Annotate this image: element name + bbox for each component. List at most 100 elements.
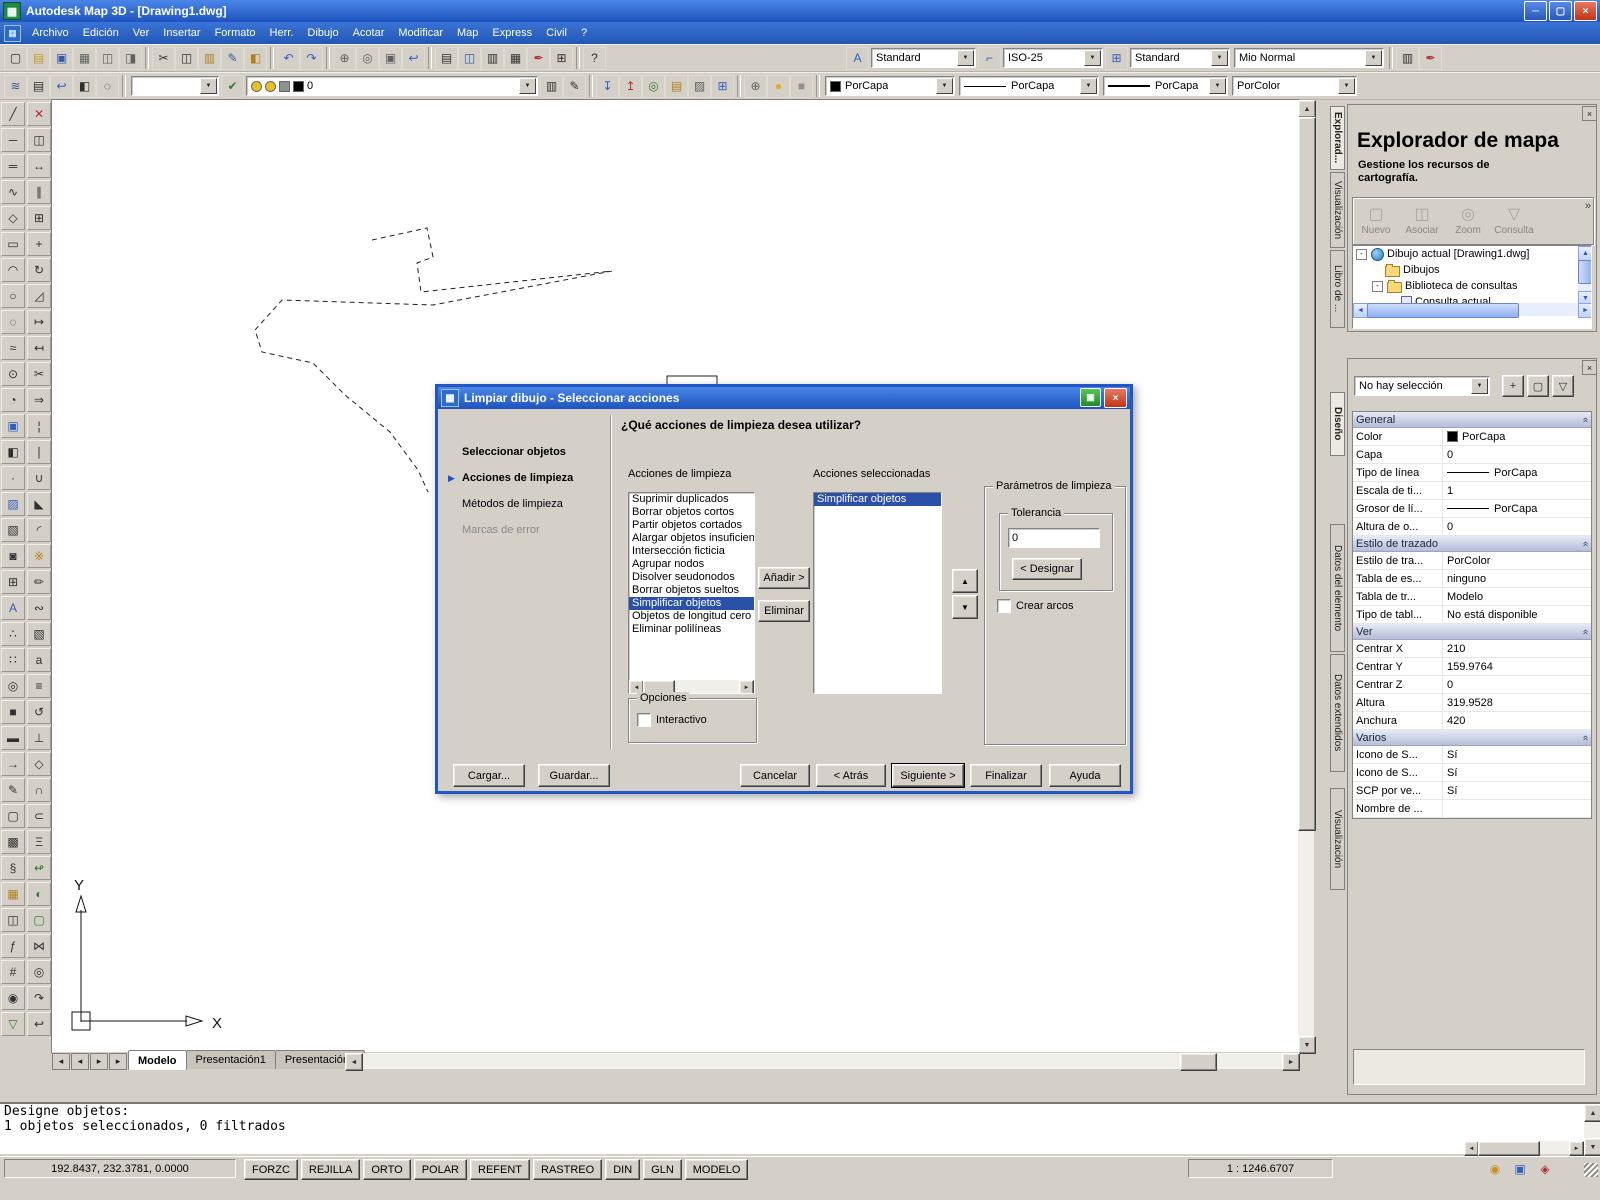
extend-icon[interactable]: ⇒ — [27, 388, 51, 412]
map-join-icon[interactable]: ⋈ — [27, 934, 51, 958]
layout-tab-modelo[interactable]: Modelo — [128, 1050, 187, 1070]
redo-alt-icon[interactable]: ↷ — [27, 986, 51, 1010]
toggle-modelo[interactable]: MODELO — [684, 1159, 749, 1180]
map-buffer-icon[interactable]: ◐ — [27, 882, 51, 906]
layer-color-swatch[interactable] — [293, 80, 304, 92]
plot-icon[interactable]: ▦ — [73, 46, 96, 70]
make-block-icon[interactable]: ◧ — [1, 440, 25, 464]
revcloud-icon[interactable]: ◌ — [1, 310, 25, 334]
select-objects-icon[interactable]: ▢ — [1527, 375, 1549, 397]
communication-center-icon[interactable]: ◉ — [1486, 1160, 1504, 1177]
map-clean-icon[interactable]: ↫ — [27, 856, 51, 880]
property-row[interactable]: Centrar X 210 — [1353, 640, 1591, 658]
dialog-titlebar[interactable]: ▦ Limpiar dibujo - Seleccionar acciones … — [438, 387, 1130, 409]
break-icon[interactable]: ¦ — [27, 414, 51, 438]
command-vertical-scrollbar[interactable]: ▲ ▼ — [1584, 1104, 1600, 1156]
mirror-icon[interactable]: ↔ — [27, 154, 51, 178]
property-row[interactable]: Grosor de lí... PorCapa — [1353, 500, 1591, 518]
chevron-down-icon[interactable]: ▼ — [936, 78, 953, 94]
helix-icon[interactable]: § — [1, 856, 25, 880]
stretch-icon[interactable]: ↦ — [27, 310, 51, 334]
menu-formato[interactable]: Formato — [208, 24, 263, 42]
draworder-icon[interactable]: Ξ — [27, 830, 51, 854]
next-button[interactable]: Siguiente > — [891, 763, 965, 788]
side-tab-libro-de[interactable]: Libro de ... — [1330, 250, 1345, 328]
insert-block-icon[interactable]: ▣ — [1, 414, 25, 438]
quickcalc-icon[interactable]: ⊞ — [550, 46, 573, 70]
resize-grip-icon[interactable] — [1584, 1163, 1598, 1177]
pedit-icon[interactable]: ✏ — [27, 570, 51, 594]
ole-object-icon[interactable]: ◫ — [1, 908, 25, 932]
freeze-icon[interactable] — [265, 80, 276, 92]
scroll-left-icon[interactable]: ◄ — [1464, 1141, 1479, 1156]
chevron-down-icon[interactable]: ▼ — [200, 78, 217, 94]
minimize-icon[interactable]: ─ — [1524, 1, 1547, 21]
rectangle-icon[interactable]: ▭ — [1, 232, 25, 256]
chevron-down-icon[interactable]: ▼ — [519, 78, 536, 94]
map-query-icon[interactable]: ▽ — [1, 1012, 25, 1036]
scroll-down-icon[interactable]: ▼ — [1298, 1036, 1316, 1054]
layer-isolate-icon[interactable]: ◧ — [73, 74, 96, 98]
crear-arcos-checkbox[interactable] — [997, 599, 1011, 613]
map-import-icon[interactable]: ↧ — [596, 74, 619, 98]
osnap-icon[interactable]: ◇ — [27, 752, 51, 776]
layer-properties-icon[interactable]: ≋ — [4, 74, 27, 98]
chevron-down-icon[interactable]: ▼ — [1471, 378, 1488, 394]
measure-icon[interactable]: ∷ — [1, 648, 25, 672]
cleanup-actions-list[interactable]: Suprimir duplicados Borrar objetos cortos… — [628, 492, 755, 694]
trim-icon[interactable]: ✂ — [27, 362, 51, 386]
scroll-right-icon[interactable]: ► — [1569, 1141, 1584, 1156]
zoom-button[interactable]: ◎ Zoom — [1447, 200, 1489, 240]
paste-icon[interactable]: ▥ — [198, 46, 221, 70]
mline-icon[interactable]: ═ — [1, 154, 25, 178]
list-item[interactable]: Alargar objetos insuficiente — [629, 532, 754, 545]
attach-image-icon[interactable]: ▦ — [1, 882, 25, 906]
align-icon[interactable]: ≡ — [27, 674, 51, 698]
side-tab-dise-o[interactable]: Diseño — [1330, 392, 1345, 456]
chevron-down-icon[interactable]: ▼ — [1365, 50, 1382, 66]
ellipse-icon[interactable]: ⊙ — [1, 362, 25, 386]
remove-action-button[interactable]: Eliminar — [758, 600, 810, 622]
selected-actions-list[interactable]: Simplificar objetos — [813, 492, 942, 694]
zoom-object-icon[interactable]: ◎ — [27, 960, 51, 984]
menu-herr[interactable]: Herr. — [263, 24, 301, 42]
save-icon[interactable]: ▣ — [50, 46, 73, 70]
menu-item[interactable]: ? — [574, 24, 594, 42]
lengthen-icon[interactable]: ↤ — [27, 336, 51, 360]
property-row[interactable]: Color PorCapa — [1353, 428, 1591, 446]
toggle-forzc[interactable]: FORZC — [244, 1159, 298, 1180]
chevron-down-icon[interactable]: ▼ — [1209, 78, 1226, 94]
wizard-step-acciones-de-limpieza[interactable]: ▶ Acciones de limpieza — [448, 465, 606, 491]
boundary-icon[interactable]: ▢ — [1, 804, 25, 828]
wizard-step-seleccionar-objetos[interactable]: Seleccionar objetos — [448, 439, 606, 465]
polygon-icon[interactable]: ◇ — [1, 206, 25, 230]
property-row[interactable]: Altura 319.9528 — [1353, 694, 1591, 712]
markup-set-manager-icon[interactable]: ✒ — [1419, 46, 1442, 70]
list-item[interactable]: Suprimir duplicados — [629, 493, 754, 506]
menu-modificar[interactable]: Modificar — [391, 24, 450, 42]
group-icon[interactable]: ∩ — [27, 778, 51, 802]
property-row[interactable]: Capa 0 — [1353, 446, 1591, 464]
menu-map[interactable]: Map — [450, 24, 485, 42]
properties-palette-icon[interactable]: ▤ — [435, 46, 458, 70]
open-file-icon[interactable]: ▤ — [27, 46, 50, 70]
list-item[interactable]: Objetos de longitud cero — [629, 610, 754, 623]
menu-ver[interactable]: Ver — [126, 24, 157, 42]
layer-combo[interactable]: 0 ▼ — [246, 76, 538, 96]
tree-horizontal-scrollbar[interactable]: ◄ ► — [1353, 303, 1591, 318]
hatch-icon[interactable]: ▨ — [1, 492, 25, 516]
make-current-layer-icon[interactable]: ✔ — [221, 74, 244, 98]
linetype-combo[interactable]: PorCapa ▼ — [959, 76, 1099, 96]
dim-style-icon[interactable]: ⌐ — [978, 46, 1001, 70]
selection-combo[interactable]: No hay selección ▼ — [1354, 376, 1490, 396]
side-tab-datos-extendidos[interactable]: Datos extendidos — [1330, 654, 1345, 772]
toggle-din[interactable]: DIN — [605, 1159, 641, 1180]
close-icon[interactable]: × — [1574, 1, 1597, 21]
wizard-step-m-todos-de-limpieza[interactable]: Métodos de limpieza — [448, 491, 606, 517]
list-item[interactable]: Simplificar objetos — [814, 493, 941, 506]
section-header-estilo-de-trazado[interactable]: Estilo de trazado « — [1353, 536, 1591, 552]
limits-icon[interactable]: # — [1, 960, 25, 984]
line-icon[interactable]: ╱ — [1, 102, 25, 126]
add-action-button[interactable]: Añadir > — [758, 567, 810, 589]
hatchedit-icon[interactable]: ▧ — [27, 622, 51, 646]
